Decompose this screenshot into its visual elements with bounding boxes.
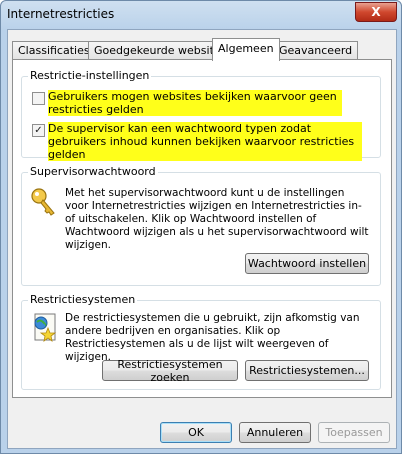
restriction-settings-group: Restrictie-instellingen Gebruikers mogen…	[21, 69, 381, 161]
dialog-body: Classificaties Goedgekeurde websites Alg…	[7, 29, 397, 449]
ok-button[interactable]: OK	[160, 422, 232, 443]
certificate-icon	[34, 313, 57, 342]
key-icon	[31, 188, 55, 216]
supervisor-override-option[interactable]: ✓ De supervisor kan een wachtwoord typen…	[32, 122, 362, 161]
group-title: Restrictie-instellingen	[28, 69, 152, 82]
dialog-window: Internetrestricties X Classificaties Goe…	[0, 0, 402, 454]
supervisor-override-checkbox[interactable]: ✓	[32, 124, 45, 137]
rating-systems-group: Restrictiesystemen De restrictiesystemen…	[21, 293, 381, 390]
apply-button[interactable]: Toepassen	[318, 422, 390, 443]
allow-unrated-checkbox[interactable]	[32, 92, 45, 105]
tab-algemeen[interactable]: Algemeen	[212, 38, 280, 61]
rating-systems-button[interactable]: Restrictiesystemen...	[245, 360, 369, 381]
supervisor-password-description: Met het supervisorwachtwoord kunt u de i…	[65, 187, 369, 251]
tab-panel-algemeen: Restrictie-instellingen Gebruikers mogen…	[12, 59, 392, 398]
title-bar[interactable]: Internetrestricties X	[1, 1, 401, 29]
supervisor-password-group: Supervisorwachtwoord Met het supervisorw…	[21, 165, 381, 286]
tab-geavanceerd[interactable]: Geavanceerd	[273, 41, 359, 60]
close-icon: X	[371, 5, 381, 19]
tab-goedgekeurde-websites[interactable]: Goedgekeurde websites	[88, 41, 233, 60]
group-title: Restrictiesystemen	[28, 293, 138, 306]
group-title: Supervisorwachtwoord	[28, 165, 158, 178]
allow-unrated-option[interactable]: Gebruikers mogen websites bekijken waarv…	[32, 90, 342, 116]
allow-unrated-label: Gebruikers mogen websites bekijken waarv…	[48, 90, 342, 116]
tab-classificaties[interactable]: Classificaties	[12, 41, 96, 60]
cancel-button[interactable]: Annuleren	[239, 422, 311, 443]
window-title: Internetrestricties	[7, 7, 115, 21]
close-button[interactable]: X	[355, 2, 397, 22]
checkmark-icon: ✓	[34, 125, 43, 136]
supervisor-override-label: De supervisor kan een wachtwoord typen z…	[48, 122, 362, 161]
rating-systems-description: De restrictiesystemen die u gebruikt, zi…	[65, 312, 360, 363]
set-password-button[interactable]: Wachtwoord instellen	[245, 253, 369, 274]
find-rating-systems-button[interactable]: Restrictiesystemen zoeken	[102, 358, 238, 384]
